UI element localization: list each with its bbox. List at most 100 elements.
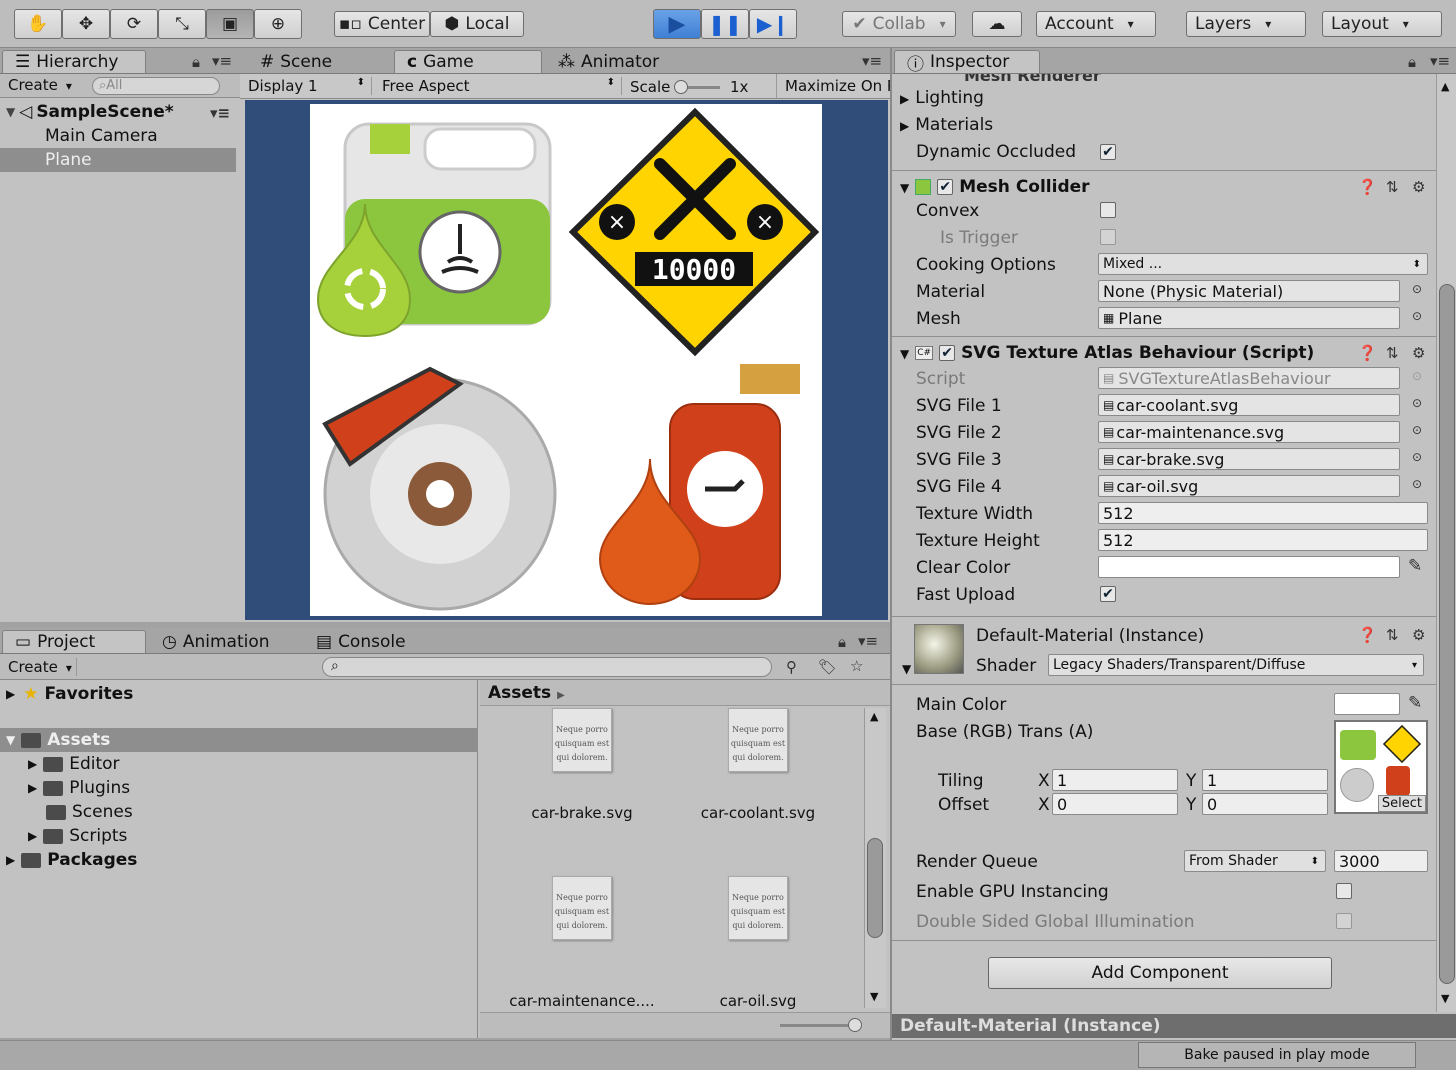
texture-select-button[interactable]: Select xyxy=(1377,795,1426,812)
help-icon[interactable]: ❓ xyxy=(1358,344,1377,362)
filter-by-label-icon[interactable]: 🏷︎ xyxy=(818,658,837,676)
tab-console[interactable]: ▤ Console xyxy=(304,630,454,653)
assets-scrollbar[interactable]: ▲ ▼ xyxy=(864,708,886,1008)
scale-slider-thumb[interactable] xyxy=(674,80,688,94)
inspector-scrollbar[interactable]: ▲ ▼ xyxy=(1436,74,1456,1012)
object-picker-icon[interactable]: ⊙ xyxy=(1412,423,1422,437)
asset-label-car-maintenance[interactable]: car-maintenance.... xyxy=(497,992,667,1010)
folder-scripts[interactable]: ▶ Scripts xyxy=(0,824,127,848)
tab-hierarchy[interactable]: ☰ Hierarchy xyxy=(2,50,146,73)
mesh-field[interactable]: ▦ Plane xyxy=(1098,307,1400,329)
folder-editor[interactable]: ▶ Editor xyxy=(0,752,120,776)
tiling-x-input[interactable]: 1 xyxy=(1052,769,1178,791)
mesh-collider-enabled-checkbox[interactable]: ✔ xyxy=(937,179,954,195)
clear-color-swatch[interactable] xyxy=(1098,556,1400,578)
layers-dropdown[interactable]: Layers xyxy=(1186,11,1306,37)
pivot-center-button[interactable]: ▪▫ Center xyxy=(334,11,430,37)
double-sided-gi-checkbox[interactable] xyxy=(1336,913,1352,929)
svg-file-2-field[interactable]: ▤ car-maintenance.svg xyxy=(1098,421,1400,443)
favorite-star-icon[interactable]: ☆ xyxy=(850,657,863,675)
is-trigger-checkbox[interactable] xyxy=(1100,229,1116,245)
render-queue-input[interactable]: 3000 xyxy=(1334,850,1428,872)
icon-size-slider[interactable] xyxy=(780,1018,862,1032)
layout-dropdown[interactable]: Layout xyxy=(1322,11,1442,37)
gpu-instancing-checkbox[interactable] xyxy=(1336,883,1352,899)
dynamic-occluded-checkbox[interactable]: ✔ xyxy=(1100,144,1116,160)
svg-file-3-field[interactable]: ▤ car-brake.svg xyxy=(1098,448,1400,470)
object-picker-icon[interactable]: ⊙ xyxy=(1412,309,1422,323)
filter-by-type-icon[interactable]: ⚲ xyxy=(786,658,797,676)
lock-icon[interactable]: 🔒︎ xyxy=(192,53,200,71)
object-picker-icon[interactable]: ⊙ xyxy=(1412,282,1422,296)
menu-icon[interactable]: ▾≡ xyxy=(212,52,232,70)
object-picker-icon[interactable]: ⊙ xyxy=(1412,477,1422,491)
scale-slider[interactable] xyxy=(674,80,720,94)
mesh-renderer-header[interactable]: Mesh Renderer xyxy=(964,74,1101,85)
preset-icon[interactable]: ⇅ xyxy=(1386,344,1399,362)
scroll-up-icon[interactable]: ▲ xyxy=(870,710,878,723)
collab-dropdown[interactable]: ✔ Collab xyxy=(842,11,956,37)
tab-animator[interactable]: ⁂ Animator xyxy=(546,50,696,73)
help-icon[interactable]: ❓ xyxy=(1358,178,1377,196)
packages-row[interactable]: ▶ Packages xyxy=(0,848,137,872)
texture-height-input[interactable]: 512 xyxy=(1098,529,1428,551)
eyedropper-icon[interactable]: ✎ xyxy=(1408,693,1422,713)
account-dropdown[interactable]: Account xyxy=(1036,11,1156,37)
space-local-button[interactable]: ⬢ Local xyxy=(430,11,524,37)
expand-icon[interactable]: ▼ xyxy=(902,662,911,676)
step-button[interactable]: ▶❙ xyxy=(749,9,797,39)
svg-file-icon[interactable]: Neque porro quisquam est qui dolorem. xyxy=(728,708,788,772)
cooking-options-dropdown[interactable]: Mixed ... ⬍ xyxy=(1098,253,1428,275)
materials-foldout[interactable]: ▶ Materials xyxy=(900,115,993,135)
physic-material-field[interactable]: None (Physic Material) xyxy=(1098,280,1400,302)
svg-behaviour-header[interactable]: ▼ C# ✔ SVG Texture Atlas Behaviour (Script) xyxy=(900,343,1314,363)
scene-menu-icon[interactable]: ▾≡ xyxy=(210,104,230,122)
scroll-up-icon[interactable]: ▲ xyxy=(1441,80,1449,93)
base-texture-slot[interactable]: Select xyxy=(1334,720,1428,814)
help-icon[interactable]: ❓ xyxy=(1358,626,1377,644)
inspector-preview-bar[interactable]: Default-Material (Instance) xyxy=(892,1014,1456,1038)
tab-project[interactable]: ▭ Project xyxy=(2,630,146,653)
tab-scene[interactable]: # Scene xyxy=(248,50,388,73)
project-menu-icon[interactable]: ▾≡ xyxy=(858,632,878,650)
assets-breadcrumb[interactable]: Assets ▶ xyxy=(480,680,890,706)
project-lock-icon[interactable]: 🔒︎ xyxy=(838,633,846,651)
move-tool-button[interactable]: ✥ xyxy=(62,9,110,39)
texture-width-input[interactable]: 512 xyxy=(1098,502,1428,524)
aspect-dropdown[interactable]: Free Aspect ⬍ xyxy=(382,77,622,95)
svg-file-icon[interactable]: Neque porro quisquam est qui dolorem. xyxy=(728,876,788,940)
tiling-y-input[interactable]: 1 xyxy=(1202,769,1328,791)
scroll-down-icon[interactable]: ▼ xyxy=(1441,992,1449,1005)
inspector-menu-icon[interactable]: ▾≡ xyxy=(1430,52,1450,70)
game-viewport[interactable]: × × 10000 xyxy=(245,100,888,620)
project-search-input[interactable]: ⌕ xyxy=(322,657,772,677)
scroll-down-icon[interactable]: ▼ xyxy=(870,990,878,1003)
scene-row[interactable]: ▼ ◁ SampleScene* ▾≡ xyxy=(0,100,240,124)
svg-file-1-field[interactable]: ▤ car-coolant.svg xyxy=(1098,394,1400,416)
gear-icon[interactable]: ⚙ xyxy=(1412,344,1425,362)
rect-tool-button[interactable]: ▣ xyxy=(206,9,254,39)
hierarchy-create-dropdown[interactable]: Create xyxy=(8,76,72,94)
svg-file-4-field[interactable]: ▤ car-oil.svg xyxy=(1098,475,1400,497)
tab-game[interactable]: c Game xyxy=(394,50,542,73)
object-picker-icon[interactable]: ⊙ xyxy=(1412,396,1422,410)
folder-scenes[interactable]: Scenes xyxy=(0,800,133,824)
tab-inspector[interactable]: ⓘ Inspector xyxy=(894,50,1040,75)
cloud-button[interactable]: ☁ xyxy=(972,11,1022,37)
svg-file-icon[interactable]: Neque porro quisquam est qui dolorem. xyxy=(552,876,612,940)
transform-tool-button[interactable]: ⊕ xyxy=(254,9,302,39)
maximize-on-play-toggle[interactable]: Maximize On Pl xyxy=(776,74,890,98)
play-button[interactable]: ▶ xyxy=(653,9,701,39)
folder-plugins[interactable]: ▶ Plugins xyxy=(0,776,130,800)
tab-animation[interactable]: ◷ Animation xyxy=(150,630,300,653)
hierarchy-search-input[interactable]: ⌕All xyxy=(92,77,220,95)
inspector-lock-icon[interactable]: 🔒︎ xyxy=(1408,53,1416,71)
svg-behaviour-enabled-checkbox[interactable]: ✔ xyxy=(939,345,956,361)
mesh-collider-header[interactable]: ▼ ✔ Mesh Collider xyxy=(900,177,1090,197)
svg-file-icon[interactable]: Neque porro quisquam est qui dolorem. xyxy=(552,708,612,772)
render-queue-mode-dropdown[interactable]: From Shader ⬍ xyxy=(1184,850,1326,872)
pause-button[interactable]: ❚❚ xyxy=(701,9,749,39)
fast-upload-checkbox[interactable]: ✔ xyxy=(1100,586,1116,602)
main-color-swatch[interactable] xyxy=(1334,693,1400,715)
gear-icon[interactable]: ⚙ xyxy=(1412,626,1425,644)
